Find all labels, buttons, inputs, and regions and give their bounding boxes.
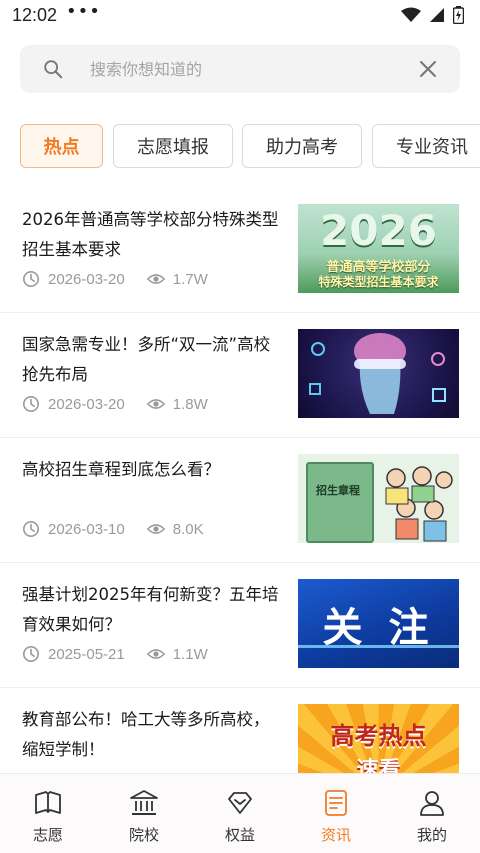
close-icon[interactable]	[418, 59, 438, 79]
news-list: 2026年普通高等学校部分特殊类型招生基本要求 2026-03-20 1.7W …	[0, 188, 480, 773]
news-thumbnail: 2026 普通高等学校部分 特殊类型招生基本要求	[298, 204, 459, 293]
news-thumbnail	[298, 329, 459, 418]
thumbnail-subtext: 速看	[356, 758, 401, 773]
notification-dots: •••	[66, 1, 101, 22]
students-illustration	[385, 466, 453, 542]
thumbnail-subtext: 特殊类型招生基本要求	[318, 275, 439, 289]
news-meta: 2026-03-20 1.7W	[22, 270, 208, 288]
thumbnail-text: 高考热点	[330, 722, 427, 750]
news-item[interactable]: 2026年普通高等学校部分特殊类型招生基本要求 2026-03-20 1.7W …	[0, 188, 480, 313]
search-icon	[44, 60, 63, 79]
user-icon	[420, 791, 444, 816]
news-thumbnail: 关 注	[298, 579, 459, 668]
eye-icon	[146, 524, 165, 534]
diamond-icon	[228, 792, 252, 814]
light-streak	[298, 645, 459, 648]
nav-label: 我的	[416, 826, 447, 844]
nav-label: 权益	[224, 826, 255, 844]
tab-exam-help[interactable]: 助力高考	[242, 124, 362, 168]
news-date: 2026-03-20	[48, 395, 125, 413]
news-views: 8.0K	[172, 520, 204, 538]
status-time: 12:02	[12, 5, 58, 25]
search-input[interactable]	[90, 45, 410, 93]
nav-item-benefits[interactable]: 权益	[192, 774, 288, 853]
news-item[interactable]: 高校招生章程到底怎么看？ 2026-03-10 8.0K 招生章程	[0, 438, 480, 563]
news-icon	[325, 790, 347, 816]
eye-icon	[146, 274, 165, 284]
tab-volunteer-filling[interactable]: 志愿填报	[113, 124, 233, 168]
news-views: 1.1W	[172, 645, 208, 663]
tab-hot[interactable]: 热点	[20, 124, 103, 168]
bottom-nav: 志愿 院校 权益 资讯 我的	[0, 773, 480, 853]
nav-label: 资讯	[320, 826, 351, 844]
news-item[interactable]: 强基计划2025年有何新变？五年培育效果如何？ 2025-05-21 1.1W …	[0, 563, 480, 688]
status-icons	[401, 6, 464, 24]
nav-item-volunteer[interactable]: 志愿	[0, 774, 96, 853]
tab-label: 助力高考	[266, 137, 338, 158]
tab-major-news[interactable]: 专业资讯	[372, 124, 480, 168]
status-bar: 12:02 •••	[0, 0, 480, 34]
clock-icon	[22, 395, 40, 413]
news-title: 高校招生章程到底怎么看？	[22, 460, 220, 479]
eye-icon	[146, 399, 165, 409]
nav-item-profile[interactable]: 我的	[384, 774, 480, 853]
clock-icon	[22, 270, 40, 288]
news-item[interactable]: 国家急需专业！多所“双一流”高校抢先布局 2026-03-20 1.8W	[0, 313, 480, 438]
news-item[interactable]: 教育部公布！哈工大等多所高校，缩短学制！ 高考热点 速看	[0, 688, 480, 773]
thumbnail-text: 2026	[320, 206, 437, 255]
clock-icon	[22, 520, 40, 538]
news-title: 强基计划2025年有何新变？五年培育效果如何？	[22, 585, 279, 634]
news-meta: 2026-03-10 8.0K	[22, 520, 204, 538]
nav-label: 院校	[128, 826, 159, 844]
nav-item-school[interactable]: 院校	[96, 774, 192, 853]
signal-icon	[430, 8, 444, 22]
news-meta: 2026-03-20 1.8W	[22, 395, 208, 413]
news-views: 1.8W	[172, 395, 208, 413]
news-views: 1.7W	[172, 270, 208, 288]
battery-icon	[453, 6, 464, 24]
ai-brain-illustration	[309, 333, 446, 414]
nav-label: 志愿	[32, 826, 63, 844]
school-icon	[130, 790, 158, 815]
thumbnail-text: 招生章程	[316, 484, 360, 497]
news-thumbnail: 高考热点 速看	[298, 704, 459, 773]
news-date: 2025-05-21	[48, 645, 125, 663]
wifi-icon	[401, 7, 421, 22]
eye-icon	[146, 649, 165, 659]
category-tabs: 热点 志愿填报 助力高考 专业资讯	[20, 124, 480, 170]
news-title: 教育部公布！哈工大等多所高校，缩短学制！	[22, 710, 270, 759]
news-date: 2026-03-10	[48, 520, 125, 538]
news-title: 国家急需专业！多所“双一流”高校抢先布局	[22, 335, 271, 384]
clock-icon	[22, 645, 40, 663]
news-thumbnail: 招生章程	[298, 454, 459, 543]
nav-item-news[interactable]: 资讯	[288, 774, 384, 853]
news-title: 2026年普通高等学校部分特殊类型招生基本要求	[22, 210, 279, 259]
tab-label: 志愿填报	[137, 137, 209, 158]
tab-label: 热点	[43, 137, 80, 158]
book-cover	[306, 462, 374, 543]
news-meta: 2025-05-21 1.1W	[22, 645, 208, 663]
news-date: 2026-03-20	[48, 270, 125, 288]
search-bar[interactable]	[20, 45, 460, 93]
tab-label: 专业资讯	[396, 137, 468, 158]
book-icon	[35, 791, 61, 814]
